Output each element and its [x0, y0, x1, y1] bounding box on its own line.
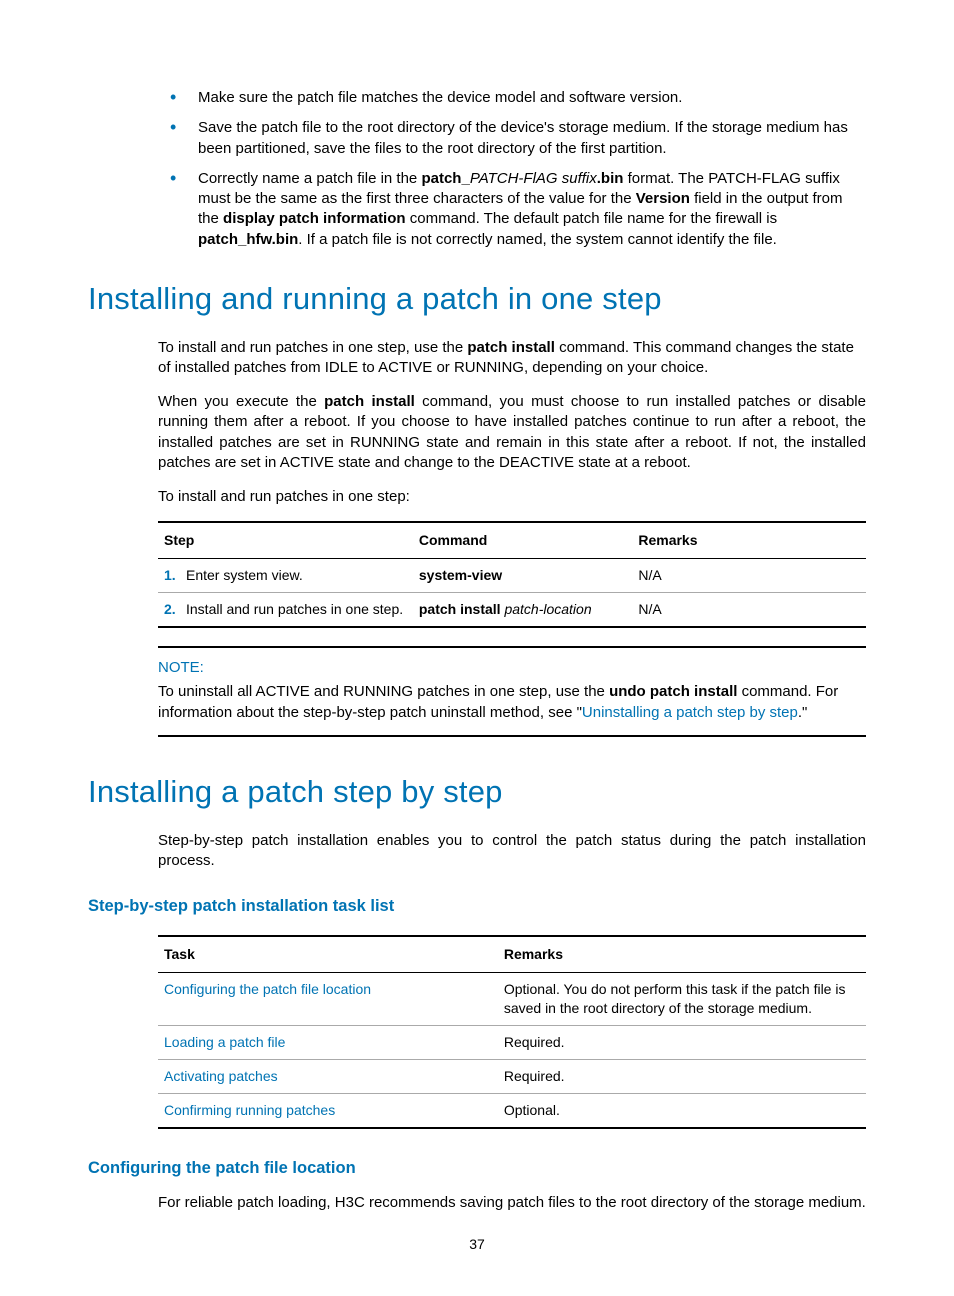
col-remarks: Remarks	[632, 522, 866, 558]
section-heading-install-one-step: Installing and running a patch in one st…	[88, 278, 866, 320]
col-command: Command	[413, 522, 632, 558]
bullet-bold: display patch information	[223, 210, 406, 227]
bullet-bold: .bin	[597, 170, 624, 187]
bullet-bold: patch_	[421, 170, 469, 187]
task-table: Task Remarks Configuring the patch file …	[158, 935, 866, 1128]
text-bold: patch install	[324, 393, 415, 410]
task-link[interactable]: Loading a patch file	[164, 1034, 285, 1050]
text: To install and run patches in one step, …	[158, 339, 467, 356]
step-text: Enter system view.	[186, 567, 303, 583]
note-label: NOTE:	[158, 658, 866, 678]
bullet-bold: Version	[636, 190, 690, 207]
table-row: 1.Enter system view. system-view N/A	[158, 559, 866, 593]
note-text: To uninstall all ACTIVE and RUNNING patc…	[158, 682, 866, 723]
bullet-item: Save the patch file to the root director…	[88, 118, 866, 159]
remarks-text: Optional.	[498, 1093, 866, 1127]
task-link[interactable]: Configuring the patch file location	[164, 981, 371, 997]
cmd-text: patch install	[419, 601, 501, 617]
table-row: Loading a patch file Required.	[158, 1026, 866, 1060]
remarks-text: N/A	[632, 559, 866, 593]
bullet-text: Make sure the patch file matches the dev…	[198, 89, 682, 106]
remarks-text: Required.	[498, 1026, 866, 1060]
cmd-text: system-view	[419, 567, 502, 583]
paragraph: Step-by-step patch installation enables …	[158, 831, 866, 872]
bullet-item: Make sure the patch file matches the dev…	[88, 88, 866, 108]
remarks-text: Optional. You do not perform this task i…	[498, 973, 866, 1026]
paragraph: To install and run patches in one step, …	[158, 338, 866, 379]
text: When you execute the	[158, 393, 324, 410]
task-link[interactable]: Confirming running patches	[164, 1102, 335, 1118]
text-bold: undo patch install	[609, 683, 737, 700]
table-row: Confirming running patches Optional.	[158, 1093, 866, 1127]
col-task: Task	[158, 936, 498, 972]
subheading-config-loc: Configuring the patch file location	[88, 1157, 866, 1179]
remarks-text: N/A	[632, 593, 866, 627]
step-number: 2.	[164, 600, 186, 619]
page-number: 37	[0, 1235, 954, 1254]
bullet-text: Save the patch file to the root director…	[198, 119, 848, 156]
subheading-task-list: Step-by-step patch installation task lis…	[88, 895, 866, 917]
text: ."	[798, 704, 808, 721]
paragraph: For reliable patch loading, H3C recommen…	[158, 1193, 866, 1213]
bullet-text-post: . If a patch file is not correctly named…	[298, 231, 777, 248]
bullet-text-mid: command. The default patch file name for…	[406, 210, 778, 227]
text-bold: patch install	[467, 339, 555, 356]
cmd-arg: patch-location	[501, 601, 592, 617]
bullet-italic: PATCH-FlAG suffix	[470, 170, 597, 187]
paragraph: When you execute the patch install comma…	[158, 392, 866, 473]
step-number: 1.	[164, 566, 186, 585]
step-text: Install and run patches in one step.	[186, 601, 403, 617]
col-remarks: Remarks	[498, 936, 866, 972]
section-heading-install-step: Installing a patch step by step	[88, 771, 866, 813]
intro-bullet-list: Make sure the patch file matches the dev…	[88, 88, 866, 250]
text: To uninstall all ACTIVE and RUNNING patc…	[158, 683, 609, 700]
command-table: Step Command Remarks 1.Enter system view…	[158, 521, 866, 628]
bullet-text-pre: Correctly name a patch file in the	[198, 170, 421, 187]
bullet-bold: patch_hfw.bin	[198, 231, 298, 248]
link-uninstall-step[interactable]: Uninstalling a patch step by step	[582, 704, 798, 721]
note-block: NOTE: To uninstall all ACTIVE and RUNNIN…	[158, 646, 866, 737]
table-row: 2.Install and run patches in one step. p…	[158, 593, 866, 627]
task-link[interactable]: Activating patches	[164, 1068, 278, 1084]
col-step: Step	[158, 522, 413, 558]
table-row: Configuring the patch file location Opti…	[158, 973, 866, 1026]
remarks-text: Required.	[498, 1059, 866, 1093]
bullet-item: Correctly name a patch file in the patch…	[88, 169, 866, 250]
table-row: Activating patches Required.	[158, 1059, 866, 1093]
paragraph: To install and run patches in one step:	[158, 487, 866, 507]
